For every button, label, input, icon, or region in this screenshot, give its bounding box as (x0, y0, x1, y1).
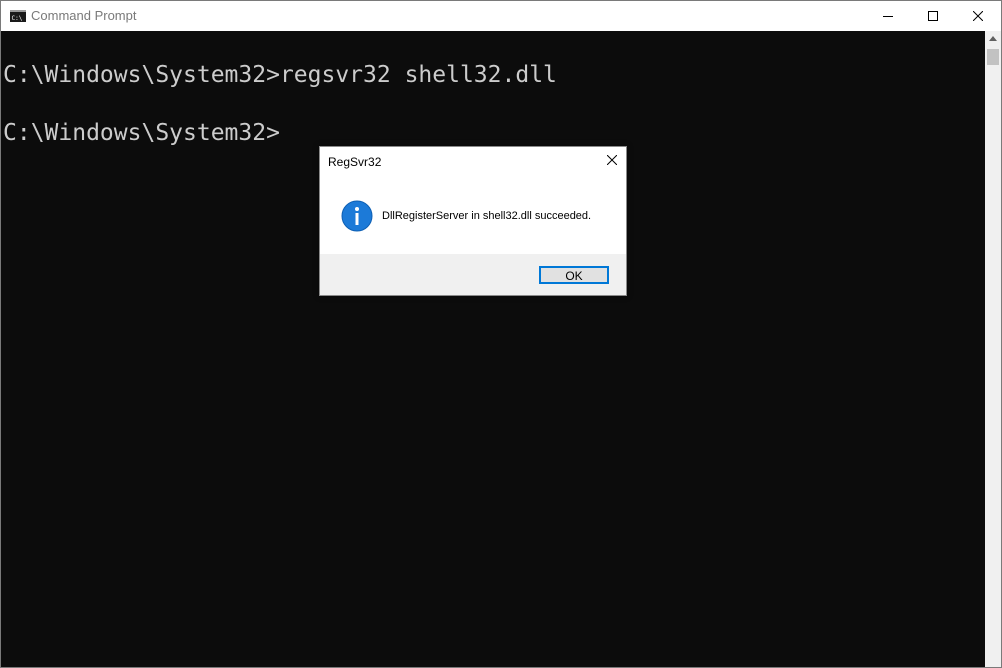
window-title: Command Prompt (31, 8, 137, 23)
minimize-button[interactable] (865, 1, 911, 31)
close-icon (973, 11, 983, 21)
cmd-app-icon: C:\ (10, 10, 26, 22)
scroll-up-button[interactable] (985, 31, 1001, 47)
scroll-thumb[interactable] (987, 49, 999, 65)
svg-text:C:\: C:\ (12, 15, 23, 22)
chevron-up-icon (989, 36, 997, 41)
regsvr32-dialog: RegSvr32 DllRegisterServer in shell32.dl… (319, 146, 627, 296)
console-line-command: C:\Windows\System32>regsvr32 shell32.dll (3, 62, 557, 88)
maximize-icon (928, 11, 938, 21)
console-line-prompt: C:\Windows\System32> (3, 120, 280, 146)
title-bar[interactable]: C:\ Command Prompt (1, 1, 1001, 31)
close-icon (607, 155, 617, 165)
info-icon (341, 200, 373, 232)
dialog-message: DllRegisterServer in shell32.dll succeed… (382, 210, 592, 222)
dialog-button-bar: OK (320, 254, 626, 295)
ok-button[interactable]: OK (539, 266, 609, 284)
close-button[interactable] (955, 1, 1001, 31)
minimize-icon (883, 16, 893, 17)
dialog-close-button[interactable] (598, 147, 626, 175)
vertical-scrollbar[interactable] (985, 31, 1001, 667)
command-prompt-window: C:\ Command Prompt C:\Windows\System32>r… (0, 0, 1002, 668)
console-output[interactable]: C:\Windows\System32>regsvr32 shell32.dll… (1, 31, 985, 667)
dialog-title: RegSvr32 (328, 155, 382, 169)
maximize-button[interactable] (910, 1, 956, 31)
